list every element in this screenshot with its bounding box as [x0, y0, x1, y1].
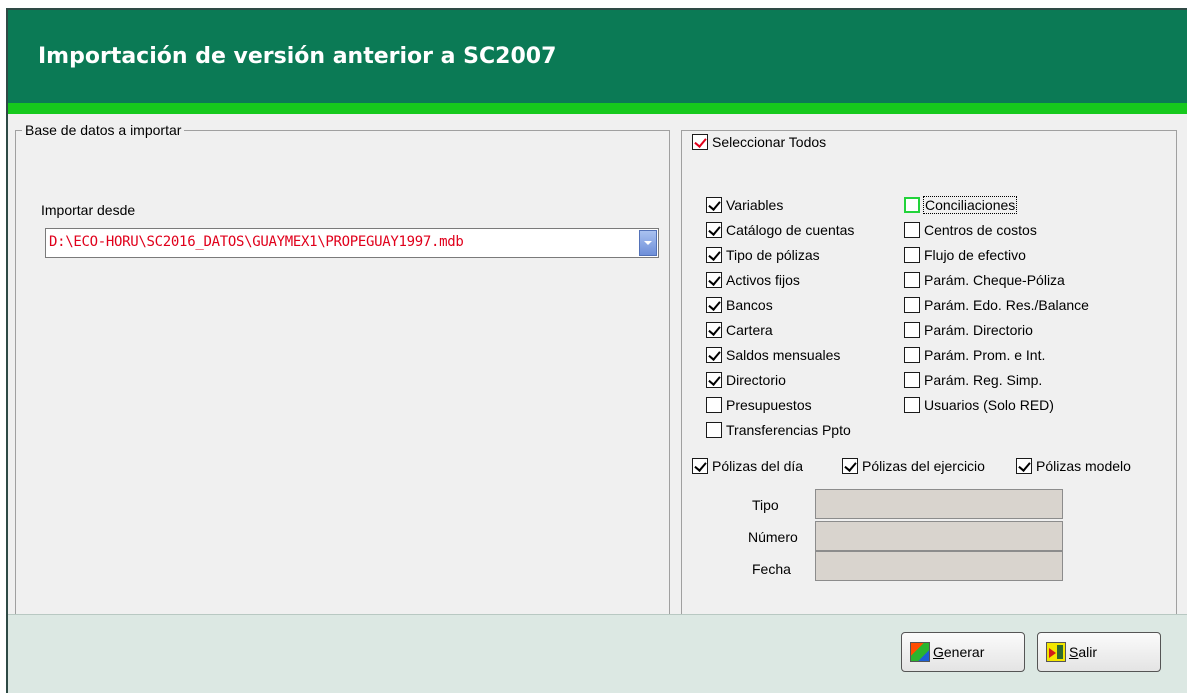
import-path-value: D:\ECO-HORU\SC2016_DATOS\GUAYMEX1\PROPEG… — [49, 234, 464, 250]
checkbox-catalogo[interactable]: Catálogo de cuentas — [706, 222, 854, 238]
tipo-input[interactable] — [815, 489, 1063, 519]
checkbox-tipo-polizas[interactable]: Tipo de pólizas — [706, 247, 820, 263]
database-groupbox: Base de datos a importar Importar desde … — [15, 122, 670, 626]
checkbox-polizas-ejercicio[interactable]: Pólizas del ejercicio — [842, 458, 985, 474]
fecha-input[interactable] — [815, 551, 1063, 581]
checkbox-transferencias[interactable]: Transferencias Ppto — [706, 422, 851, 438]
checkbox-label: Catálogo de cuentas — [726, 222, 855, 238]
checkbox-label: Conciliaciones — [922, 196, 1018, 214]
checkbox-box — [706, 347, 722, 363]
checkbox-param-reg[interactable]: Parám. Reg. Simp. — [904, 372, 1042, 388]
checkbox-box — [706, 397, 722, 413]
checkbox-box — [692, 458, 708, 474]
checkbox-label: Transferencias Ppto — [726, 422, 851, 438]
checkbox-activos[interactable]: Activos fijos — [706, 272, 800, 288]
checkbox-label: Centros de costos — [924, 222, 1037, 238]
checkbox-polizas-dia[interactable]: Pólizas del día — [692, 458, 803, 474]
checkbox-label: Activos fijos — [726, 272, 800, 288]
generate-button[interactable]: Generar — [901, 632, 1025, 672]
checkbox-label: Bancos — [726, 297, 773, 313]
checkbox-param-prom[interactable]: Parám. Prom. e Int. — [904, 347, 1045, 363]
numero-input[interactable] — [815, 521, 1063, 551]
checkbox-label: Parám. Cheque-Póliza — [924, 272, 1065, 288]
checkbox-cartera[interactable]: Cartera — [706, 322, 773, 338]
checkbox-label: Usuarios (Solo RED) — [924, 397, 1054, 413]
checkbox-presupuestos[interactable]: Presupuestos — [706, 397, 812, 413]
checkbox-label: Presupuestos — [726, 397, 812, 413]
checkbox-polizas-modelo[interactable]: Pólizas modelo — [1016, 458, 1131, 474]
generate-label: enerar — [943, 644, 985, 660]
import-from-label: Importar desde — [41, 202, 136, 218]
window-title: Importación de versión anterior a SC2007 — [38, 44, 557, 69]
checkbox-box — [706, 272, 722, 288]
checkbox-box — [904, 222, 920, 238]
checkbox-label: Flujo de efectivo — [924, 247, 1026, 263]
checkbox-param-directorio[interactable]: Parám. Directorio — [904, 322, 1033, 338]
import-path-combobox[interactable]: D:\ECO-HORU\SC2016_DATOS\GUAYMEX1\PROPEG… — [45, 228, 659, 258]
checkbox-box — [904, 272, 920, 288]
checkbox-label: Parám. Reg. Simp. — [924, 372, 1043, 388]
checkbox-label: Pólizas del ejercicio — [862, 458, 985, 474]
checkbox-usuarios[interactable]: Usuarios (Solo RED) — [904, 397, 1054, 413]
checkbox-label: Directorio — [726, 372, 786, 388]
checkbox-param-edo[interactable]: Parám. Edo. Res./Balance — [904, 297, 1089, 313]
checkbox-box — [904, 322, 920, 338]
exit-label: alir — [1078, 644, 1098, 660]
combo-dropdown-button[interactable] — [639, 230, 657, 256]
checkbox-saldos[interactable]: Saldos mensuales — [706, 347, 840, 363]
title-stripe — [8, 103, 1187, 114]
checkbox-label: Saldos mensuales — [726, 347, 841, 363]
checkbox-label: Pólizas del día — [712, 458, 804, 474]
checkbox-box — [706, 297, 722, 313]
checkbox-label: Variables — [726, 197, 784, 213]
checkbox-label: Parám. Prom. e Int. — [924, 347, 1046, 363]
checkbox-box — [1016, 458, 1032, 474]
checkbox-box — [904, 372, 920, 388]
checkbox-conciliaciones[interactable]: Conciliaciones — [904, 196, 1018, 214]
chevron-down-icon — [644, 241, 652, 245]
checkbox-box — [842, 458, 858, 474]
checkbox-box — [904, 347, 920, 363]
title-bar: Importación de versión anterior a SC2007 — [8, 10, 1187, 103]
generate-mnemonic: G — [933, 644, 944, 660]
checkbox-box — [692, 134, 708, 150]
checkbox-label: Parám. Edo. Res./Balance — [924, 297, 1089, 313]
select-all-checkbox[interactable]: Seleccionar Todos — [692, 134, 826, 150]
select-all-label: Seleccionar Todos — [712, 134, 827, 150]
checkbox-param-cheque[interactable]: Parám. Cheque-Póliza — [904, 272, 1065, 288]
checkbox-box — [904, 397, 920, 413]
checkbox-centros-costos[interactable]: Centros de costos — [904, 222, 1037, 238]
exit-mnemonic: S — [1069, 644, 1079, 660]
fecha-label: Fecha — [752, 561, 791, 577]
checkbox-directorio[interactable]: Directorio — [706, 372, 786, 388]
checkbox-box — [706, 322, 722, 338]
numero-label: Número — [748, 529, 798, 545]
checkbox-label: Pólizas modelo — [1036, 458, 1131, 474]
checkbox-box — [706, 247, 722, 263]
checkbox-bancos[interactable]: Bancos — [706, 297, 773, 313]
checkbox-box — [904, 197, 920, 213]
checkbox-box — [706, 222, 722, 238]
checkbox-label: Cartera — [726, 322, 773, 338]
checkbox-label: Parám. Directorio — [924, 322, 1033, 338]
exit-button[interactable]: Salir — [1037, 632, 1161, 672]
tipo-label: Tipo — [752, 497, 779, 513]
checkbox-variables[interactable]: Variables — [706, 197, 783, 213]
checkbox-box — [904, 297, 920, 313]
exit-icon — [1046, 642, 1066, 662]
groupbox-label: Base de datos a importar — [22, 122, 185, 138]
checkbox-box — [706, 197, 722, 213]
generate-icon — [910, 642, 930, 662]
checkbox-box — [904, 247, 920, 263]
checkbox-box — [706, 372, 722, 388]
checkbox-flujo[interactable]: Flujo de efectivo — [904, 247, 1026, 263]
checkbox-label: Tipo de pólizas — [726, 247, 820, 263]
checkbox-box — [706, 422, 722, 438]
